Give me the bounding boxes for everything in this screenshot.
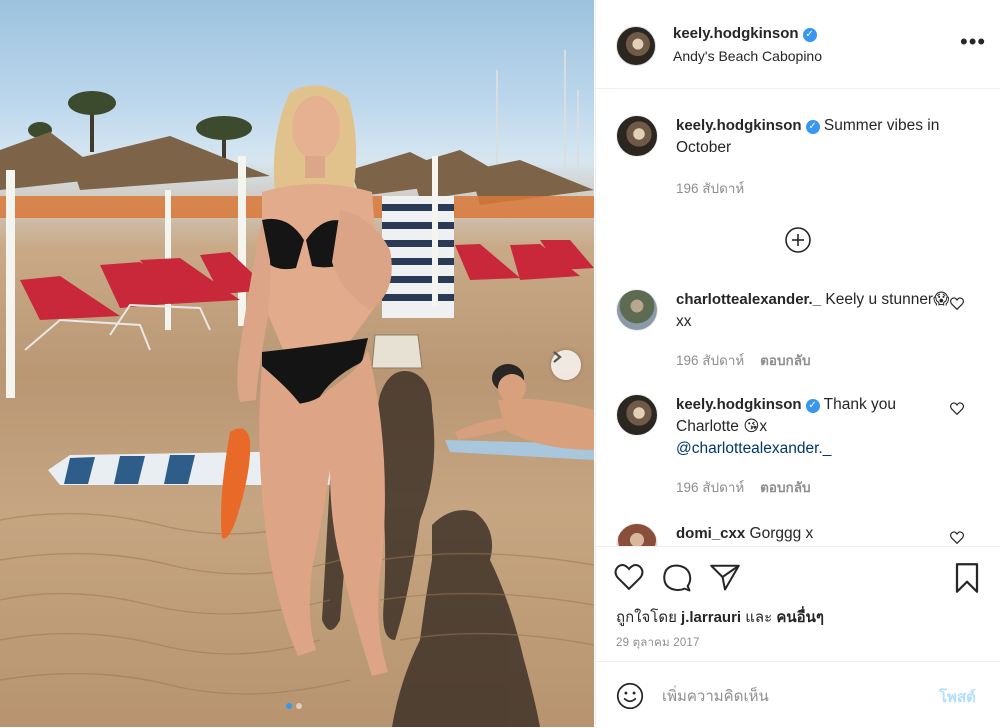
carousel-dot-2 <box>296 703 302 709</box>
more-options-icon[interactable]: ••• <box>960 31 986 53</box>
comment-input[interactable] <box>660 680 924 712</box>
caption-avatar[interactable] <box>616 115 658 157</box>
smiley-icon[interactable] <box>616 682 644 710</box>
carousel-dot-1 <box>286 703 292 709</box>
verified-badge-icon: ✓ <box>805 120 820 134</box>
commenter-avatar[interactable] <box>616 289 658 331</box>
author-avatar[interactable] <box>616 26 656 66</box>
caption-username[interactable]: keely.hodgkinson <box>676 117 802 134</box>
comment-username[interactable]: charlottealexander._ <box>676 291 821 308</box>
commenter-avatar[interactable] <box>616 394 658 436</box>
heart-icon[interactable] <box>614 563 644 591</box>
comment-age[interactable]: 196 สัปดาห์ <box>676 353 744 368</box>
heart-icon[interactable] <box>950 297 964 310</box>
beach-photo-illustration <box>0 50 594 727</box>
comment-username[interactable]: keely.hodgkinson <box>676 396 802 413</box>
next-photo-button[interactable] <box>551 350 581 380</box>
bookmark-icon[interactable] <box>953 563 981 593</box>
comment-age[interactable]: 196 สัปดาห์ <box>676 480 744 495</box>
likes-summary: ถูกใจโดย j.larrauri และ คนอื่นๆ <box>616 605 824 629</box>
comment-text: Gorggg x <box>749 525 814 542</box>
chevron-right-icon <box>553 351 562 363</box>
add-comment-bar: โพสต์ <box>596 661 1000 728</box>
author-username[interactable]: keely.hodgkinson <box>673 25 799 42</box>
likes-prefix: ถูกใจโดย <box>616 609 677 626</box>
reply-button[interactable]: ตอบกลับ <box>760 353 810 368</box>
likes-and: และ <box>745 609 773 626</box>
commenter-avatar[interactable] <box>616 523 658 546</box>
post-header: keely.hodgkinson ✓ Andy's Beach Cabopino … <box>596 0 1000 89</box>
verified-badge-icon: ✓ <box>805 399 820 413</box>
comments-list[interactable]: keely.hodgkinson ✓ Summer vibes in Octobe… <box>596 89 1000 546</box>
reply-button[interactable]: ตอบกลับ <box>760 480 810 495</box>
comment-username[interactable]: domi_cxx <box>676 525 745 542</box>
likes-others-link[interactable]: คนอื่นๆ <box>776 609 824 626</box>
comment-bubble-icon[interactable] <box>662 563 692 593</box>
verified-badge-icon: ✓ <box>802 28 817 42</box>
action-bar: ถูกใจโดย j.larrauri และ คนอื่นๆ 29 ตุลาค… <box>596 546 1000 661</box>
post-date[interactable]: 29 ตุลาคม 2017 <box>616 634 700 652</box>
heart-icon[interactable] <box>950 402 964 415</box>
paper-plane-icon[interactable] <box>710 563 740 591</box>
liker-username[interactable]: j.larrauri <box>681 609 741 626</box>
striped-windbreak <box>382 196 454 318</box>
plus-circle-icon[interactable] <box>784 226 812 254</box>
post-details-panel: keely.hodgkinson ✓ Andy's Beach Cabopino … <box>595 0 1000 727</box>
mention-link[interactable]: @charlottealexander._ <box>676 440 831 457</box>
caption-age[interactable]: 196 สัปดาห์ <box>676 181 744 196</box>
post-photo[interactable] <box>0 0 594 727</box>
carousel-indicator <box>286 703 302 709</box>
post-location[interactable]: Andy's Beach Cabopino <box>673 48 822 64</box>
post-comment-button[interactable]: โพสต์ <box>939 685 976 709</box>
heart-icon[interactable] <box>950 531 964 544</box>
